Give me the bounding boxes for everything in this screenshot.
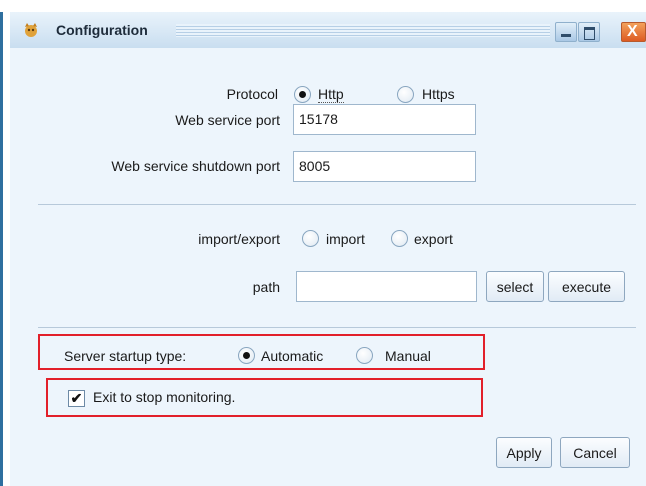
web-service-port-label: Web service port <box>175 112 280 128</box>
title-bar[interactable]: Configuration X <box>10 12 646 49</box>
cancel-button[interactable]: Cancel <box>560 437 630 468</box>
shutdown-port-label: Web service shutdown port <box>111 158 280 174</box>
window-title: Configuration <box>56 22 148 38</box>
startup-automatic-radio[interactable] <box>238 347 255 364</box>
minimize-icon <box>561 34 571 37</box>
web-service-port-input[interactable]: 15178 <box>293 104 476 135</box>
close-button[interactable]: X <box>621 22 646 42</box>
startup-manual-radio[interactable] <box>356 347 373 364</box>
select-button[interactable]: select <box>486 271 544 302</box>
startup-type-label: Server startup type: <box>64 348 187 364</box>
startup-automatic-label[interactable]: Automatic <box>261 348 323 364</box>
import-export-label: import/export <box>198 231 280 247</box>
settings-cat-icon <box>25 23 37 37</box>
path-label: path <box>252 279 280 295</box>
path-input[interactable] <box>296 271 477 302</box>
exit-stop-label[interactable]: Exit to stop monitoring. <box>93 389 235 405</box>
startup-manual-label[interactable]: Manual <box>385 348 431 364</box>
protocol-label: Protocol <box>226 86 278 102</box>
exit-stop-checkbox[interactable]: ✔ <box>68 390 85 407</box>
maximize-button[interactable] <box>578 22 600 42</box>
divider-1 <box>38 204 636 205</box>
export-radio[interactable] <box>391 230 408 247</box>
protocol-https-label[interactable]: Https <box>422 86 455 102</box>
close-icon: X <box>627 23 638 40</box>
window-left-edge <box>0 12 3 486</box>
execute-button[interactable]: execute <box>548 271 625 302</box>
import-radio[interactable] <box>302 230 319 247</box>
maximize-icon <box>584 27 595 40</box>
minimize-button[interactable] <box>555 22 577 42</box>
import-label[interactable]: import <box>326 231 365 247</box>
dialog-body: Protocol Http Https Web service port 151… <box>10 48 646 486</box>
protocol-https-radio[interactable] <box>397 86 414 103</box>
protocol-http-radio[interactable] <box>294 86 311 103</box>
protocol-http-label[interactable]: Http <box>318 86 344 103</box>
title-bar-decoration <box>176 24 550 37</box>
configuration-dialog: Configuration X Protocol Http Https Web … <box>10 12 646 486</box>
apply-button[interactable]: Apply <box>496 437 552 468</box>
shutdown-port-input[interactable]: 8005 <box>293 151 476 182</box>
export-label[interactable]: export <box>414 231 453 247</box>
divider-2 <box>38 327 636 328</box>
